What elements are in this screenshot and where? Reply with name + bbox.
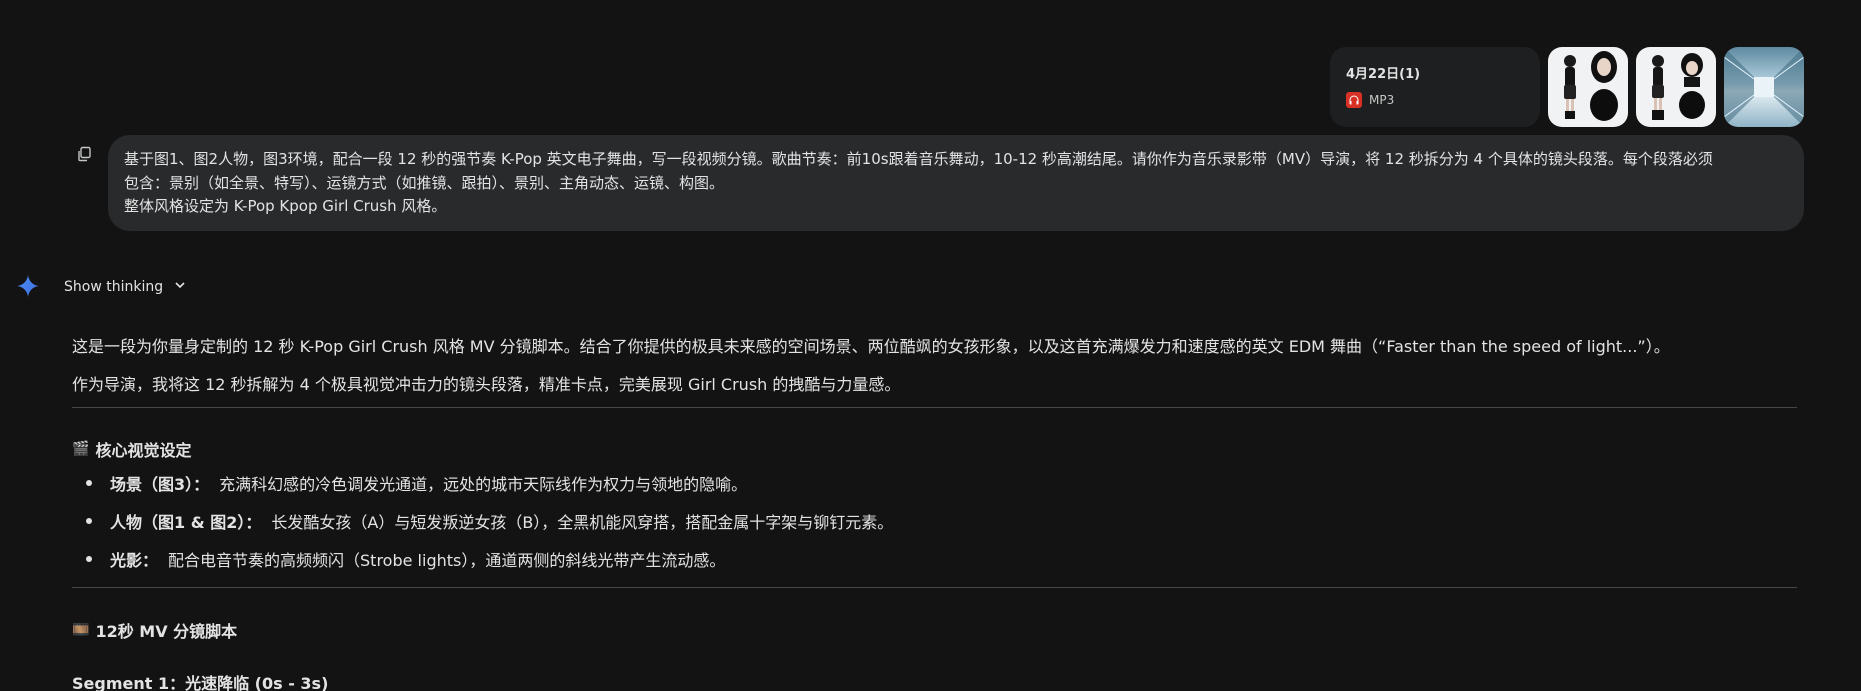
audio-file-card[interactable]: 4月22日(1) MP3 bbox=[1330, 47, 1540, 127]
file-type-row: MP3 bbox=[1346, 92, 1524, 108]
prompt-line: 基于图1、图2人物，图3环境，配合一段 12 秒的强节奏 K-Pop 英文电子舞… bbox=[124, 150, 1713, 168]
bullet-dot bbox=[86, 556, 92, 562]
section-heading-visual: 🎬 核心视觉设定 bbox=[72, 437, 191, 461]
prompt-line: 包含：景别（如全景、特写）、运镜方式（如推镜、跟拍）、景别、主角动态、运镜、构图… bbox=[124, 173, 725, 192]
show-thinking-label: Show thinking bbox=[64, 279, 164, 295]
clapperboard-icon: 🎬 bbox=[72, 441, 90, 457]
attachments-row: 4月22日(1) MP3 bbox=[1330, 47, 1804, 127]
list-item-text: 充满科幻感的冷色调发光通道，远处的城市天际线作为权力与领地的隐喻。 bbox=[219, 475, 748, 494]
section-title: 12秒 MV 分镜脚本 bbox=[95, 622, 238, 641]
image-2-thumbnail[interactable] bbox=[1636, 47, 1716, 127]
image-3-thumbnail[interactable] bbox=[1724, 47, 1804, 127]
chevron-down-icon bbox=[173, 278, 187, 296]
copy-icon[interactable] bbox=[76, 146, 92, 162]
file-type-label: MP3 bbox=[1369, 93, 1395, 107]
image-1-thumbnail[interactable] bbox=[1548, 47, 1628, 127]
response-intro: 这是一段为你量身定制的 12 秒 K-Pop Girl Crush 风格 MV … bbox=[72, 337, 1670, 356]
list-item-text: 配合电音节奏的高频频闪（Strobe lights），通道两侧的斜线光带产生流动… bbox=[168, 551, 726, 570]
divider bbox=[72, 587, 1797, 588]
prompt-line: 整体风格设定为 K-Pop Kpop Girl Crush 风格。 bbox=[124, 197, 447, 215]
list-item-label: 人物（图1 & 图2）： bbox=[110, 513, 262, 532]
response-intro-2: 作为导演，我将这 12 秒拆解为 4 个极具视觉冲击力的镜头段落，精准卡点，完美… bbox=[72, 375, 901, 394]
divider bbox=[72, 407, 1797, 408]
segment-heading: Segment 1：光速降临 (0s - 3s) bbox=[72, 674, 329, 691]
user-prompt-bubble: 基于图1、图2人物，图3环境，配合一段 12 秒的强节奏 K-Pop 英文电子舞… bbox=[108, 135, 1804, 231]
list-item: 光影： 配合电音节奏的高频频闪（Strobe lights），通道两侧的斜线光带… bbox=[86, 547, 725, 571]
list-item: 人物（图1 & 图2）： 长发酷女孩（A）与短发叛逆女孩（B），全黑机能风穿搭，… bbox=[86, 509, 893, 533]
bullet-dot bbox=[86, 518, 92, 524]
file-name: 4月22日(1) bbox=[1346, 67, 1421, 82]
show-thinking-toggle[interactable]: Show thinking bbox=[64, 278, 187, 296]
list-item: 场景（图3）： 充满科幻感的冷色调发光通道，远处的城市天际线作为权力与领地的隐喻… bbox=[86, 471, 747, 495]
list-item-label: 场景（图3）： bbox=[110, 475, 210, 494]
list-item-text: 长发酷女孩（A）与短发叛逆女孩（B），全黑机能风穿搭，搭配金属十字架与铆钉元素。 bbox=[271, 513, 894, 532]
section-title: 核心视觉设定 bbox=[95, 441, 192, 460]
bullet-dot bbox=[86, 480, 92, 486]
section-heading-script: 🎞️ 12秒 MV 分镜脚本 bbox=[72, 618, 237, 642]
list-item-label: 光影： bbox=[110, 551, 159, 570]
film-frames-icon: 🎞️ bbox=[72, 622, 90, 638]
gemini-spark-icon bbox=[16, 274, 40, 298]
headphones-icon bbox=[1346, 92, 1362, 108]
